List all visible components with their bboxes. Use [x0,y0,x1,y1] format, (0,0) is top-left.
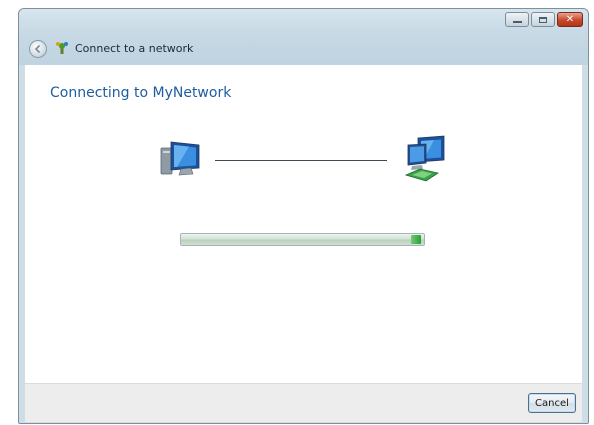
maximize-icon [539,16,547,23]
back-arrow-icon [34,44,41,54]
maximize-button[interactable] [531,12,555,27]
network-connect-icon [56,42,68,54]
page-title: Connecting to MyNetwork [50,85,232,101]
close-icon: ✕ [565,13,575,25]
computer-icon [160,141,200,176]
window-title: Connect to a network [75,42,194,55]
minimize-button[interactable] [505,12,529,27]
connection-line [215,160,387,161]
cancel-button[interactable]: Cancel [528,393,576,413]
dialog-window: ✕ Connect to a network Connecting to MyN… [18,8,589,424]
title-bar[interactable]: ✕ Connect to a network [19,9,588,65]
progress-indicator [411,235,421,244]
button-bar: Cancel [25,383,582,422]
window-controls: ✕ [503,12,583,27]
minimize-icon [512,21,522,23]
content-area: Connecting to MyNetwork [25,65,582,383]
progress-fill [181,234,424,245]
network-icon [404,135,445,182]
close-button[interactable]: ✕ [557,12,583,27]
back-button[interactable] [29,40,47,58]
progress-bar [180,233,425,246]
